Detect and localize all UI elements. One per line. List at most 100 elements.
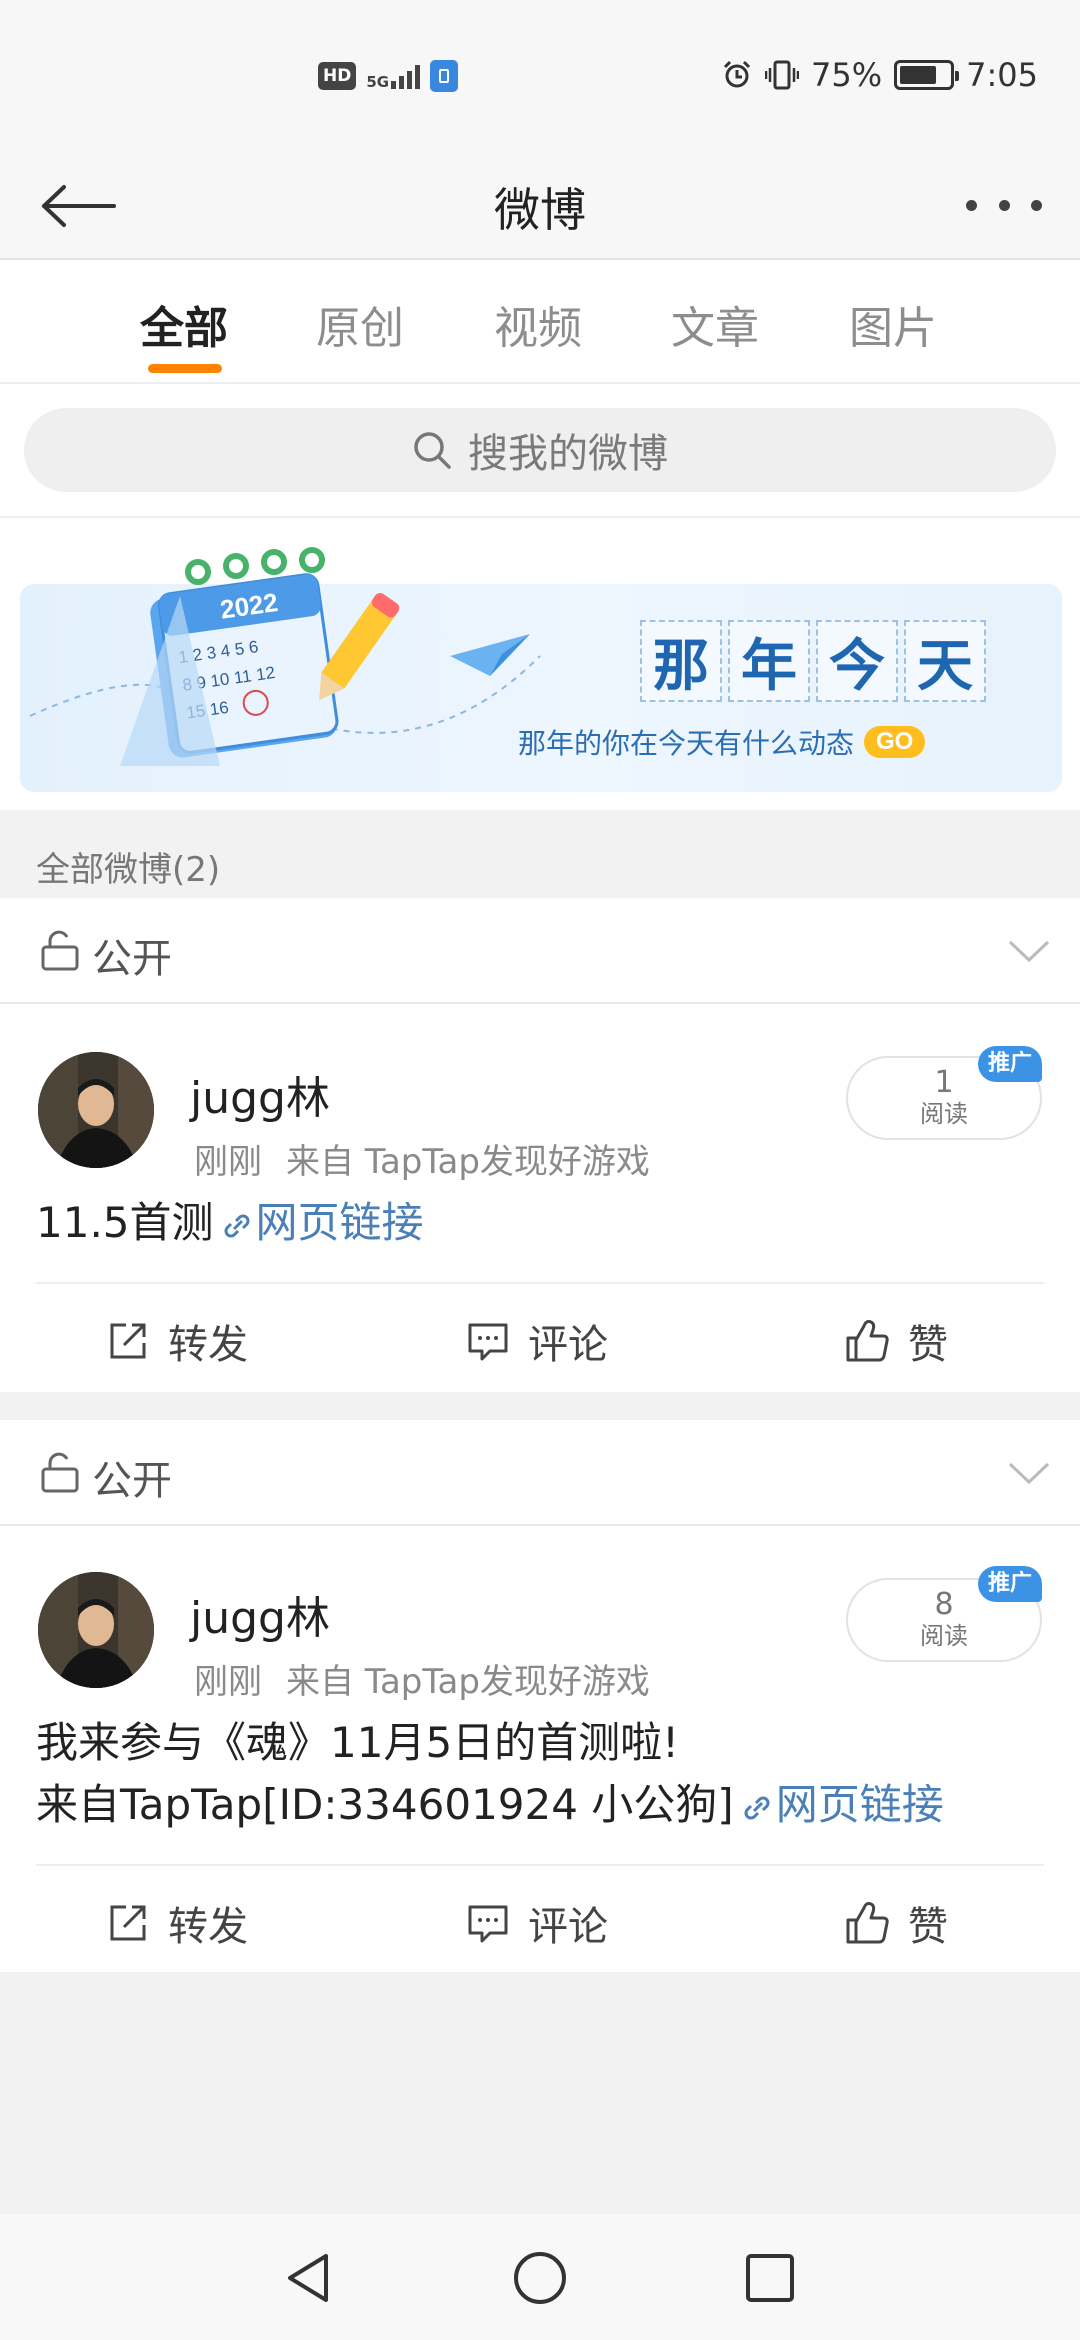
like-button[interactable]: 赞 (844, 1894, 948, 1952)
battery-percent: 75% (811, 56, 883, 94)
post-source: 来自 TapTap发现好游戏 (286, 1142, 650, 1182)
active-tab-indicator (148, 364, 222, 373)
promote-badge[interactable]: 推广 (978, 1566, 1043, 1602)
post-actions: 转发 评论 赞 (36, 1282, 1044, 1390)
banner-title: 那 年 今 天 (640, 620, 986, 702)
battery-icon (894, 60, 960, 90)
visibility-row[interactable]: 公开 (0, 898, 1080, 1004)
repost-button[interactable]: 转发 (106, 1312, 248, 1370)
post-actions: 转发 评论 赞 (36, 1864, 1044, 1972)
share-icon (110, 1323, 146, 1359)
visibility-label: 公开 (92, 1458, 172, 1504)
post-card: 公开 jugg林 刚刚 来自 TapTap发现好游戏 1 阅读 推广 11.5首测… (0, 898, 1080, 1392)
link-icon (224, 1214, 250, 1238)
filter-tabs: 全部 原创 视频 文章 图片 (0, 260, 1080, 384)
network-indicator: 5G (366, 63, 421, 91)
unlock-icon (41, 930, 79, 971)
system-nav-bar (0, 2214, 1080, 2340)
thumbs-up-icon (846, 1320, 889, 1362)
signal-icon (391, 63, 421, 89)
page-title: 微博 (494, 183, 586, 237)
go-button[interactable]: GO (864, 726, 926, 758)
post-line: 我来参与《魂》11月5日的首测啦! (36, 1718, 680, 1767)
search-section: 搜我的微博 (0, 384, 1080, 518)
alarm-icon (723, 60, 751, 88)
network-type: 5G (366, 73, 390, 91)
search-placeholder: 搜我的微博 (468, 431, 668, 477)
web-link[interactable]: 网页链接 (256, 1198, 424, 1247)
like-label: 赞 (908, 1904, 948, 1950)
status-left: HD 5G (318, 60, 459, 92)
visibility-row[interactable]: 公开 (0, 1420, 1080, 1526)
banner-char: 年 (728, 620, 810, 702)
banner-section: 2022 1 2 3 4 5 6 8 9 10 11 12 15 16 那 年 … (0, 518, 1080, 810)
post-source: 来自 TapTap发现好游戏 (286, 1662, 650, 1702)
tab-video[interactable]: 视频 (494, 292, 582, 356)
nav-home-icon[interactable] (512, 2250, 568, 2306)
hd-badge: HD (318, 62, 357, 90)
tab-article[interactable]: 文章 (671, 292, 759, 356)
avatar-image (38, 1572, 154, 1688)
post-meta: 刚刚 来自 TapTap发现好游戏 (194, 1654, 650, 1703)
user-name[interactable]: jugg林 (190, 1582, 330, 1646)
comment-icon (468, 1323, 508, 1361)
promote-badge[interactable]: 推广 (978, 1046, 1043, 1082)
comment-icon (468, 1905, 508, 1943)
post-line-2: 来自TapTap[ID:334601924 小公狗] 网页链接 (36, 1774, 944, 1836)
comment-label: 评论 (528, 1904, 608, 1950)
comment-label: 评论 (528, 1322, 608, 1368)
post-text: 我来参与《魂》11月5日的首测啦! 来自TapTap[ID:334601924 … (36, 1712, 944, 1836)
post-time: 刚刚 (194, 1142, 262, 1182)
like-label: 赞 (908, 1322, 948, 1368)
post-text: 11.5首测 网页链接 (36, 1192, 424, 1254)
post-line: 11.5首测 (36, 1198, 214, 1247)
like-button[interactable]: 赞 (844, 1312, 948, 1370)
banner-subtitle-row: 那年的你在今天有什么动态 GO (518, 722, 926, 762)
sim-icon (430, 60, 459, 92)
search-input[interactable]: 搜我的微博 (24, 408, 1056, 492)
vibrate-icon (765, 60, 800, 90)
all-posts-count: 全部微博(2) (36, 850, 221, 890)
nav-back-icon[interactable] (282, 2250, 334, 2306)
comment-button[interactable]: 评论 (466, 1894, 608, 1952)
banner-char: 那 (640, 620, 722, 702)
repost-button[interactable]: 转发 (106, 1894, 248, 1952)
repost-label: 转发 (168, 1904, 248, 1950)
avatar[interactable] (38, 1572, 154, 1688)
tab-all[interactable]: 全部 (140, 292, 228, 356)
more-dot (1031, 199, 1042, 211)
more-button[interactable] (966, 180, 1042, 230)
unlock-icon (41, 1452, 79, 1493)
status-right: 75% 7:05 (721, 56, 1038, 94)
thumbs-up-icon (846, 1902, 889, 1944)
chevron-down-icon (1008, 940, 1050, 963)
visibility-label: 公开 (92, 936, 172, 982)
user-name[interactable]: jugg林 (190, 1062, 330, 1126)
repost-label: 转发 (168, 1322, 248, 1368)
read-label: 阅读 (920, 1622, 968, 1650)
on-this-day-banner[interactable]: 2022 1 2 3 4 5 6 8 9 10 11 12 15 16 那 年 … (20, 547, 1062, 792)
clock: 7:05 (966, 56, 1038, 94)
post-meta: 刚刚 来自 TapTap发现好游戏 (194, 1134, 650, 1183)
banner-char: 今 (816, 620, 898, 702)
post-card: 公开 jugg林 刚刚 来自 TapTap发现好游戏 8 阅读 推广 我来参与《魂… (0, 1420, 1080, 1972)
web-link[interactable]: 网页链接 (776, 1780, 944, 1829)
chevron-down-icon (1008, 1462, 1050, 1485)
tab-original[interactable]: 原创 (316, 292, 404, 356)
avatar[interactable] (38, 1052, 154, 1168)
share-icon (110, 1905, 146, 1941)
link-icon (744, 1796, 770, 1820)
banner-char: 天 (904, 620, 986, 702)
top-nav-bar: 微博 (0, 150, 1080, 260)
more-dot (998, 199, 1010, 211)
tab-images[interactable]: 图片 (849, 292, 937, 356)
banner-subtitle: 那年的你在今天有什么动态 (518, 727, 855, 760)
post-line: 来自TapTap[ID:334601924 小公狗] (36, 1780, 734, 1829)
post-time: 刚刚 (194, 1662, 262, 1702)
more-dots-icon (966, 199, 977, 211)
read-label: 阅读 (920, 1100, 968, 1128)
nav-recents-icon[interactable] (744, 2252, 796, 2304)
comment-button[interactable]: 评论 (466, 1312, 608, 1370)
status-bar: HD 5G 75% 7:05 (0, 0, 1080, 150)
avatar-image (38, 1052, 154, 1168)
